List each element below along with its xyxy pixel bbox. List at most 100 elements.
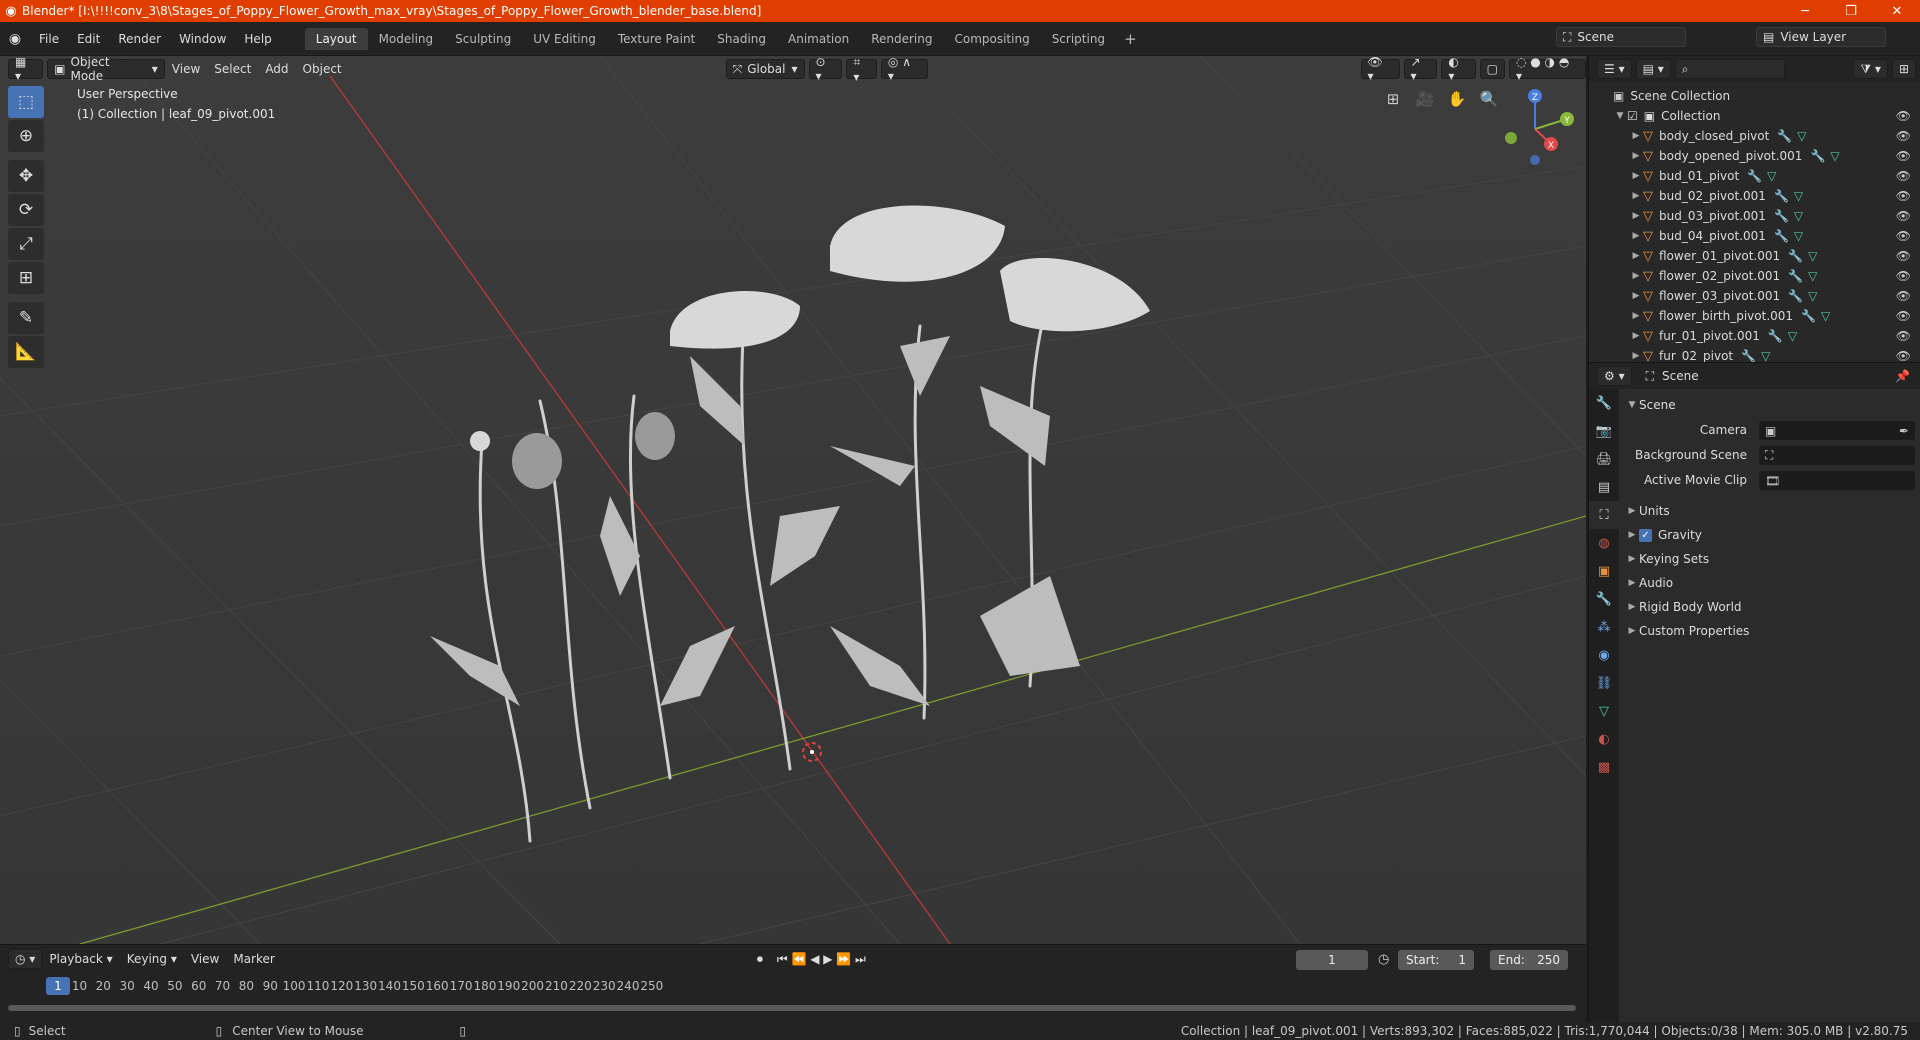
menu-help[interactable]: Help	[235, 32, 280, 46]
expand-triangle-icon[interactable]: ▶	[1629, 331, 1643, 341]
expand-triangle-icon[interactable]: ▶	[1629, 191, 1643, 201]
minimize-button[interactable]: ─	[1782, 0, 1828, 22]
current-frame-marker[interactable]: 1	[46, 977, 70, 995]
eye-icon[interactable]: 👁	[1896, 109, 1911, 123]
measure-tool-icon[interactable]: 📐	[8, 336, 44, 368]
modifier-tab-icon[interactable]: 🔧	[1589, 585, 1619, 613]
scene-collection-row[interactable]: ▣ Scene Collection	[1589, 86, 1920, 106]
world-tab-icon[interactable]: ◍	[1589, 529, 1619, 557]
mesh-data-icon[interactable]: ▽	[1808, 289, 1817, 303]
visibility-button[interactable]: 👁 ▾	[1360, 56, 1400, 83]
audio-panel[interactable]: ▶ Audio	[1625, 571, 1674, 595]
blender-menu-icon[interactable]: ◉	[0, 31, 30, 47]
expand-triangle-icon[interactable]: ▶	[1629, 131, 1643, 141]
eye-icon[interactable]: 👁	[1896, 129, 1911, 143]
outliner-object-row[interactable]: ▶ ▽ flower_birth_pivot.001 🔧 ▽ 👁	[1589, 306, 1920, 326]
expand-triangle-icon[interactable]: ▶	[1629, 211, 1643, 221]
pivot-point-button[interactable]: ⊙ ▾	[808, 56, 843, 83]
tab-scripting[interactable]: Scripting	[1041, 28, 1116, 50]
3d-viewport[interactable]: ▦ ▾ ▣ Object Mode ▾ View Select Add Obje…	[0, 56, 1586, 944]
menu-render[interactable]: Render	[109, 32, 170, 46]
proportional-editing-button[interactable]: ◎ ∧ ▾	[880, 56, 928, 83]
modifier-icon[interactable]: 🔧	[1801, 309, 1816, 323]
playback-controls[interactable]: ⏮ ⏪ ◀ ▶ ⏩ ⏭	[770, 952, 873, 967]
mesh-data-icon[interactable]: ▽	[1794, 189, 1803, 203]
outliner-search-input[interactable]: ⌕	[1674, 59, 1785, 79]
eye-icon[interactable]: 👁	[1896, 249, 1911, 263]
timeline-ruler[interactable]: 1 10 20 30 40 50 60 70 80 90 100 110 120 130 140 150 16…	[0, 975, 1586, 999]
modifier-icon[interactable]: 🔧	[1747, 169, 1762, 183]
modifier-icon[interactable]: 🔧	[1774, 209, 1789, 223]
auto-keying-icon[interactable]: ◷	[1378, 952, 1389, 967]
modifier-icon[interactable]: 🔧	[1788, 269, 1803, 283]
constraints-tab-icon[interactable]: ⛓	[1589, 669, 1619, 697]
gravity-checkbox[interactable]: ✓	[1639, 528, 1652, 542]
modifier-icon[interactable]: 🔧	[1810, 149, 1825, 163]
tab-compositing[interactable]: Compositing	[943, 28, 1040, 50]
expand-triangle-icon[interactable]: ▶	[1629, 311, 1643, 321]
snap-button[interactable]: ⌗ ▾	[846, 56, 877, 84]
outliner-object-row[interactable]: ▶ ▽ body_opened_pivot.001 🔧 ▽ 👁	[1589, 146, 1920, 166]
pan-hand-icon[interactable]: ✋	[1444, 86, 1470, 112]
move-tool-icon[interactable]: ✥	[8, 160, 44, 192]
view-layer-selector[interactable]: ▤ View Layer	[1756, 27, 1886, 47]
grid-view-icon[interactable]: ⊞	[1380, 86, 1406, 112]
pin-icon[interactable]: 📌	[1895, 369, 1910, 383]
keying-sets-panel[interactable]: ▶ Keying Sets	[1625, 547, 1710, 571]
collection-row[interactable]: ▼ ☑ ▣ Collection 👁	[1589, 106, 1920, 126]
mesh-data-icon[interactable]: ▽	[1830, 149, 1839, 163]
mesh-data-icon[interactable]: ▽	[1767, 169, 1776, 183]
start-frame-field[interactable]: Start: 1	[1398, 950, 1474, 970]
eye-icon[interactable]: 👁	[1896, 149, 1911, 163]
mesh-data-icon[interactable]: ▽	[1794, 229, 1803, 243]
outliner-object-row[interactable]: ▶ ▽ bud_03_pivot.001 🔧 ▽ 👁	[1589, 206, 1920, 226]
output-tab-icon[interactable]: 🖨	[1589, 445, 1619, 473]
eye-icon[interactable]: 👁	[1896, 269, 1911, 283]
collection-checkbox[interactable]: ☑	[1627, 109, 1638, 123]
eye-icon[interactable]: 👁	[1896, 289, 1911, 303]
timeline-editor-type-button[interactable]: ◷ ▾	[8, 949, 43, 969]
add-workspace-button[interactable]: +	[1116, 30, 1145, 48]
outliner-object-row[interactable]: ▶ ▽ flower_02_pivot.001 🔧 ▽ 👁	[1589, 266, 1920, 286]
object-tab-icon[interactable]: ▣	[1589, 557, 1619, 585]
eye-icon[interactable]: 👁	[1896, 309, 1911, 323]
eye-icon[interactable]: 👁	[1896, 349, 1911, 363]
record-button[interactable]: ⏺	[750, 952, 770, 967]
modifier-icon[interactable]: 🔧	[1774, 229, 1789, 243]
particles-tab-icon[interactable]: ⁂	[1589, 613, 1619, 641]
mesh-data-icon[interactable]: ▽	[1797, 129, 1806, 143]
collapse-triangle-icon[interactable]: ▼	[1613, 111, 1627, 121]
scene-panel-header[interactable]: ▼ Scene	[1625, 393, 1676, 417]
eye-icon[interactable]: 👁	[1896, 169, 1911, 183]
select-box-tool-icon[interactable]: ⬚	[8, 86, 44, 118]
tab-texture-paint[interactable]: Texture Paint	[607, 28, 706, 50]
viewport-menu-add[interactable]: Add	[258, 62, 295, 76]
data-tab-icon[interactable]: ▽	[1589, 697, 1619, 725]
mode-selector[interactable]: ▣ Object Mode ▾	[47, 56, 165, 83]
scene-selector[interactable]: ⛶ Scene	[1556, 27, 1686, 47]
rigid-body-world-panel[interactable]: ▶ Rigid Body World	[1625, 595, 1742, 619]
menu-file[interactable]: File	[30, 32, 68, 46]
current-frame-field[interactable]: 1	[1296, 950, 1368, 970]
tab-sculpting[interactable]: Sculpting	[444, 28, 522, 50]
timeline-menu-marker[interactable]: Marker	[226, 952, 281, 966]
mesh-data-icon[interactable]: ▽	[1788, 329, 1797, 343]
eye-icon[interactable]: 👁	[1896, 329, 1911, 343]
modifier-icon[interactable]: 🔧	[1788, 249, 1803, 263]
outliner-object-row[interactable]: ▶ ▽ flower_03_pivot.001 🔧 ▽ 👁	[1589, 286, 1920, 306]
modifier-icon[interactable]: 🔧	[1777, 129, 1792, 143]
editor-type-button[interactable]: ▦ ▾	[8, 56, 44, 83]
annotate-tool-icon[interactable]: ✎	[8, 302, 44, 334]
close-button[interactable]: ✕	[1874, 0, 1920, 22]
timeline-menu-playback[interactable]: Playback ▾	[42, 952, 119, 966]
tab-shading[interactable]: Shading	[706, 28, 777, 50]
tab-modeling[interactable]: Modeling	[368, 28, 445, 50]
viewport-menu-select[interactable]: Select	[207, 62, 258, 76]
mesh-data-icon[interactable]: ▽	[1761, 349, 1770, 363]
mesh-data-icon[interactable]: ▽	[1808, 249, 1817, 263]
mesh-data-icon[interactable]: ▽	[1821, 309, 1830, 323]
texture-tab-icon[interactable]: ▩	[1589, 753, 1619, 781]
scale-tool-icon[interactable]: ⤢	[8, 228, 44, 260]
modifier-icon[interactable]: 🔧	[1774, 189, 1789, 203]
transform-tool-icon[interactable]: ⊞	[8, 262, 44, 294]
